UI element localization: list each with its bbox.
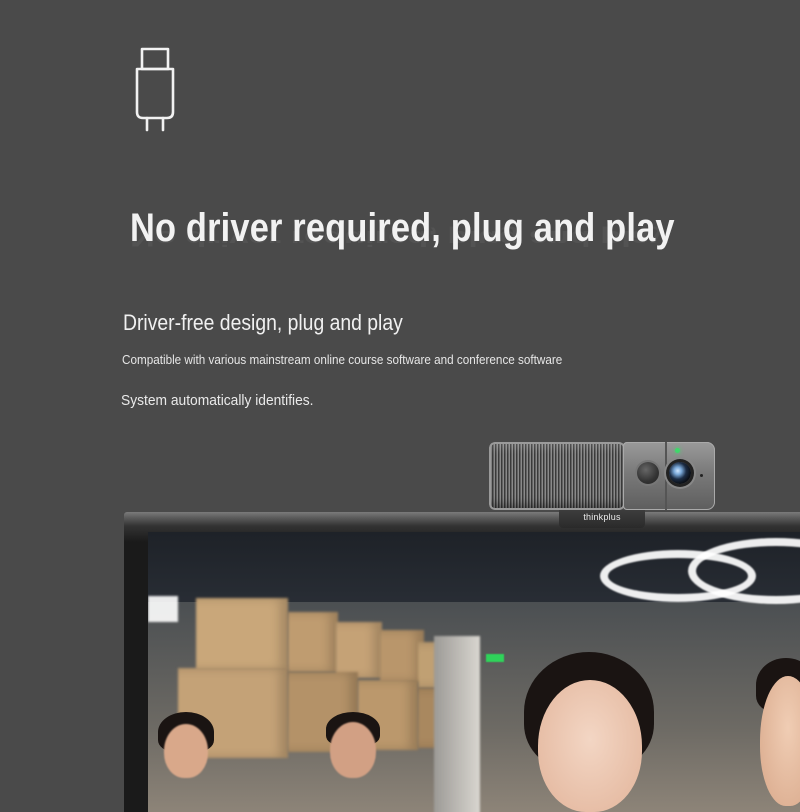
webcam: thinkplus xyxy=(489,440,715,528)
webcam-mic-hole xyxy=(700,474,703,477)
auto-identify-text: System automatically identifies. xyxy=(121,392,314,409)
webcam-divider xyxy=(665,442,667,510)
white-pillar xyxy=(434,636,480,812)
webcam-status-led xyxy=(675,448,680,453)
webcam-speaker-grille xyxy=(489,442,625,510)
webcam-brand-label: thinkplus xyxy=(583,512,621,522)
cardboard-box xyxy=(288,612,338,672)
compatibility-text: Compatible with various mainstream onlin… xyxy=(122,352,563,367)
subheading: Driver-free design, plug and play xyxy=(123,310,403,335)
cardboard-box xyxy=(336,622,382,678)
webcam-lens xyxy=(669,462,691,484)
cardboard-box xyxy=(196,598,288,670)
usb-plug-icon xyxy=(135,47,175,132)
ceiling-light xyxy=(148,596,178,622)
exit-sign xyxy=(486,654,504,662)
headline: No driver required, plug and play xyxy=(130,206,675,250)
webcam-button xyxy=(637,462,659,484)
monitor-screen-photo xyxy=(148,532,800,812)
